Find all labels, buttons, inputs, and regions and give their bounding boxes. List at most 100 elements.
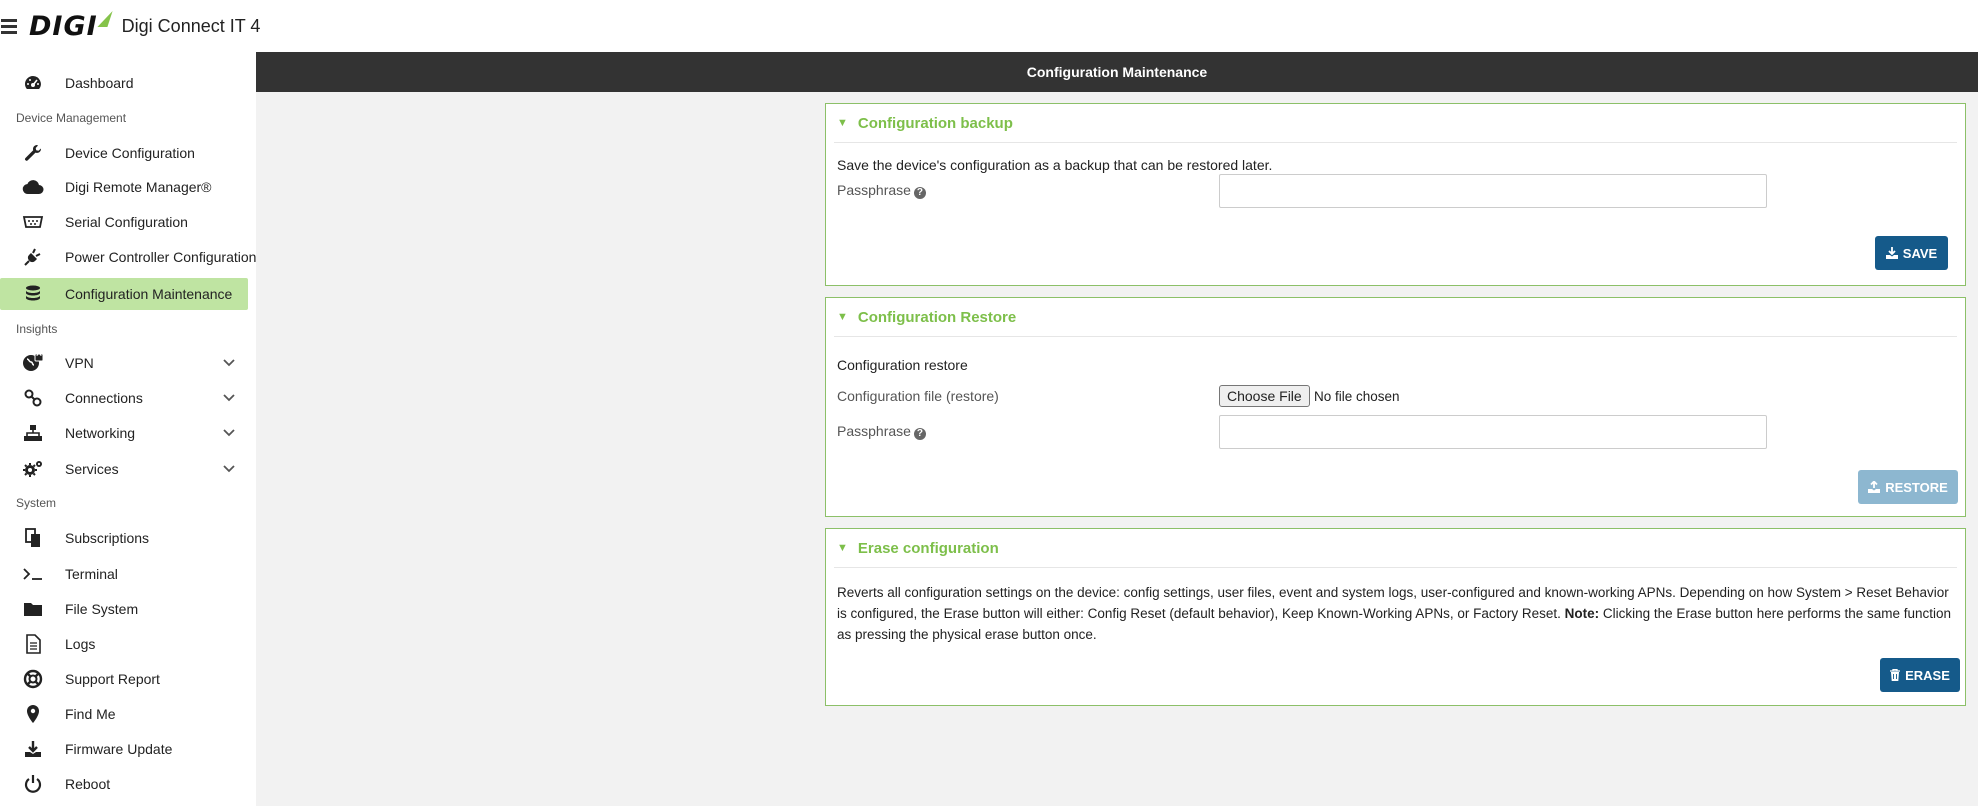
- sidebar-item-label: Subscriptions: [65, 530, 150, 546]
- sidebar-item-vpn[interactable]: VPN: [0, 347, 248, 379]
- restore-subtitle: Configuration restore: [837, 357, 968, 373]
- map-pin-icon: [22, 703, 44, 725]
- passphrase-label-text: Passphrase: [837, 182, 911, 198]
- restore-passphrase-input[interactable]: [1219, 415, 1767, 449]
- config-file-label: Configuration file (restore): [837, 388, 999, 404]
- sidebar-item-label: File System: [65, 601, 139, 617]
- cloud-icon: [22, 176, 44, 198]
- document-icon: [22, 633, 44, 655]
- passphrase-label: Passphrase?: [837, 182, 926, 199]
- chevron-down-icon: [223, 429, 235, 437]
- sidebar-item-label: Support Report: [65, 671, 160, 687]
- sidebar-item-label: Power Controller Configuration: [65, 249, 257, 265]
- sidebar-item-networking[interactable]: Networking: [0, 417, 248, 449]
- sidebar: Dashboard Device Management Device Confi…: [0, 52, 256, 806]
- erase-panel: ▼ Erase configuration Reverts all config…: [825, 528, 1966, 706]
- caret-down-icon: ▼: [837, 117, 848, 129]
- sidebar-item-label: Firmware Update: [65, 741, 173, 757]
- sidebar-item-label: Services: [65, 461, 119, 477]
- sidebar-item-label: VPN: [65, 355, 94, 371]
- sidebar-item-label: Dashboard: [65, 75, 134, 91]
- chevron-down-icon: [223, 359, 235, 367]
- restore-button[interactable]: RESTORE: [1858, 470, 1958, 504]
- erase-description: Reverts all configuration settings on th…: [837, 582, 1952, 645]
- sidebar-item-label: Find Me: [65, 706, 116, 722]
- restore-panel-toggle[interactable]: ▼ Configuration Restore: [826, 298, 1965, 336]
- restore-button-label: RESTORE: [1885, 479, 1948, 495]
- sidebar-item-logs[interactable]: Logs: [0, 628, 248, 660]
- trash-icon: [1890, 669, 1901, 681]
- backup-panel-toggle[interactable]: ▼ Configuration backup: [826, 104, 1965, 142]
- erase-panel-title: Erase configuration: [857, 539, 999, 557]
- sidebar-item-label: Logs: [65, 636, 96, 652]
- sidebar-item-label: Networking: [65, 425, 136, 441]
- sidebar-item-support-report[interactable]: Support Report: [0, 663, 248, 695]
- save-button[interactable]: SAVE: [1875, 236, 1948, 270]
- sidebar-item-device-configuration[interactable]: Device Configuration: [0, 137, 248, 169]
- globe-lock-icon: [22, 352, 44, 374]
- top-bar: DIGI Digi Connect IT 4: [0, 0, 1978, 52]
- main-content: Configuration Maintenance ▼ Configuratio…: [256, 52, 1978, 806]
- chevron-down-icon: [223, 465, 235, 473]
- divider: [834, 567, 1957, 568]
- section-system: System: [16, 496, 57, 510]
- backup-panel-title: Configuration backup: [857, 114, 1013, 132]
- app-title: Digi Connect IT 4: [121, 15, 261, 36]
- sidebar-item-dashboard[interactable]: Dashboard: [0, 67, 248, 99]
- sidebar-item-label: Connections: [65, 390, 143, 406]
- plug-icon: [22, 246, 44, 268]
- backup-panel: ▼ Configuration backup Save the device's…: [825, 103, 1966, 286]
- help-icon[interactable]: ?: [913, 187, 926, 199]
- sidebar-item-label: Configuration Maintenance: [65, 286, 233, 302]
- section-insights: Insights: [16, 322, 58, 336]
- wrench-icon: [22, 142, 44, 164]
- serial-port-icon: [22, 211, 44, 233]
- digi-logo: DIGI: [29, 10, 113, 42]
- restore-panel-title: Configuration Restore: [857, 308, 1017, 326]
- passphrase-label: Passphrase?: [837, 423, 926, 440]
- caret-down-icon: ▼: [837, 542, 848, 554]
- download-icon: [22, 738, 44, 760]
- dashboard-icon: [22, 72, 44, 94]
- erase-button[interactable]: ERASE: [1880, 658, 1960, 692]
- menu-icon[interactable]: [1, 18, 17, 34]
- lifebuoy-icon: [22, 668, 44, 690]
- sidebar-item-label: Digi Remote Manager®: [65, 179, 212, 195]
- upload-icon: [1868, 481, 1881, 493]
- connections-icon: [22, 387, 44, 409]
- erase-button-label: ERASE: [1905, 667, 1950, 683]
- backup-passphrase-input[interactable]: [1219, 174, 1767, 208]
- download-icon: [1885, 247, 1898, 259]
- sidebar-item-services[interactable]: Services: [0, 453, 248, 485]
- power-icon: [22, 773, 44, 795]
- help-icon[interactable]: ?: [913, 428, 926, 440]
- sidebar-item-serial-configuration[interactable]: Serial Configuration: [0, 206, 248, 238]
- sidebar-item-configuration-maintenance[interactable]: Configuration Maintenance: [0, 278, 248, 310]
- sidebar-item-label: Serial Configuration: [65, 214, 188, 230]
- divider: [834, 142, 1957, 143]
- folder-icon: [22, 598, 44, 620]
- sidebar-item-subscriptions[interactable]: Subscriptions: [0, 522, 248, 554]
- sidebar-item-find-me[interactable]: Find Me: [0, 698, 248, 730]
- sidebar-item-digi-remote-manager[interactable]: Digi Remote Manager®: [0, 171, 248, 203]
- save-button-label: SAVE: [1902, 245, 1938, 261]
- subscriptions-icon: [22, 527, 44, 549]
- sidebar-item-reboot[interactable]: Reboot: [0, 768, 248, 800]
- divider: [834, 336, 1957, 337]
- sidebar-item-label: Device Configuration: [65, 145, 195, 161]
- sidebar-item-firmware-update[interactable]: Firmware Update: [0, 733, 248, 765]
- sidebar-item-file-system[interactable]: File System: [0, 593, 248, 625]
- choose-file-button[interactable]: Choose File: [1219, 385, 1310, 407]
- database-icon: [22, 283, 44, 305]
- sidebar-item-connections[interactable]: Connections: [0, 382, 248, 414]
- terminal-icon: [22, 563, 44, 585]
- page-title: Configuration Maintenance: [256, 52, 1978, 92]
- restore-panel: ▼ Configuration Restore Configuration re…: [825, 297, 1966, 517]
- file-status: No file chosen: [1314, 389, 1400, 404]
- erase-panel-toggle[interactable]: ▼ Erase configuration: [826, 529, 1965, 567]
- sidebar-item-power-controller-configuration[interactable]: Power Controller Configuration: [0, 241, 256, 273]
- sidebar-item-terminal[interactable]: Terminal: [0, 558, 248, 590]
- backup-description: Save the device's configuration as a bac…: [837, 157, 1273, 173]
- sidebar-item-label: Terminal: [65, 566, 118, 582]
- network-tree-icon: [22, 422, 44, 444]
